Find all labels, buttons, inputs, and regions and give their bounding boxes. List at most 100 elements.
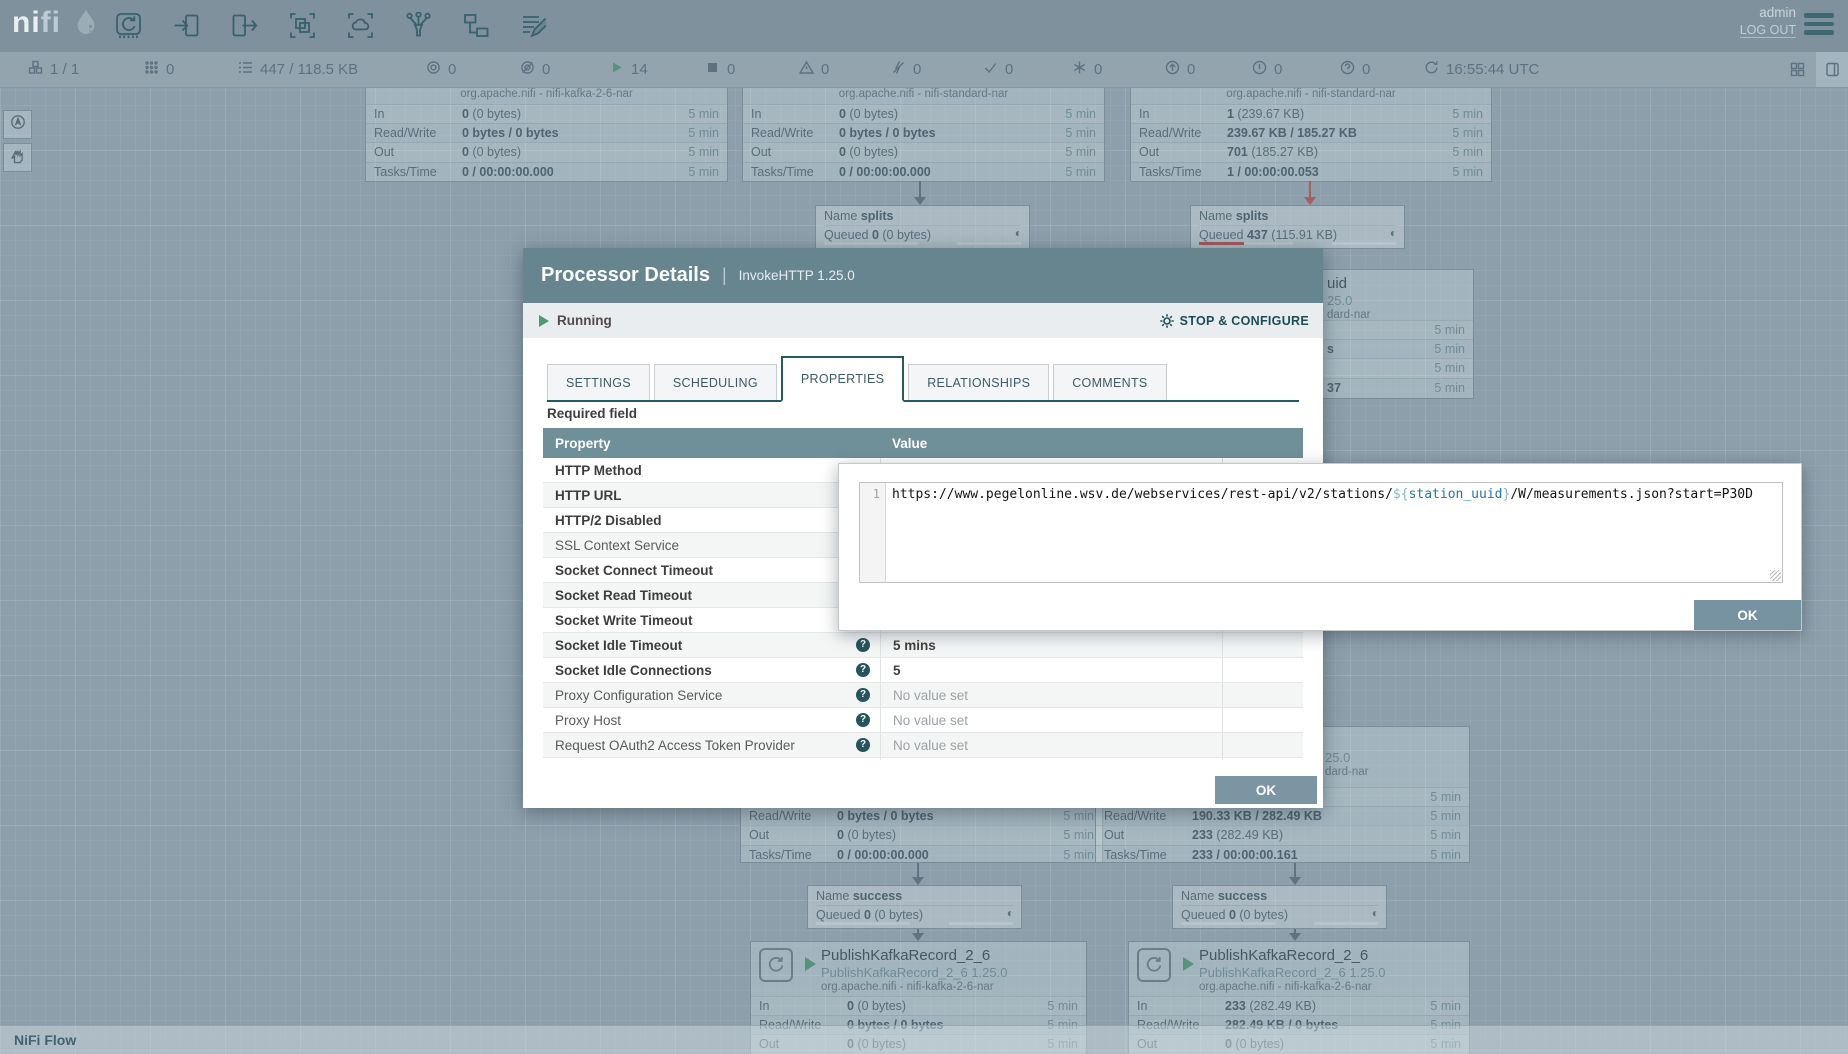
remote-process-group-icon[interactable] — [344, 9, 376, 41]
locally-modified-stale-status: 0 — [1252, 52, 1282, 87]
property-row[interactable]: Proxy Configuration Service?No value set — [543, 683, 1303, 708]
empty-cell — [1222, 633, 1303, 657]
property-value-cell[interactable]: No value set — [880, 758, 1222, 760]
conn-splits-right[interactable]: Name splitsQueued 437 (115.91 KB)◐ — [1190, 205, 1405, 249]
stat-row: Tasks/Time0 / 00:00:00.0005 min — [743, 162, 1104, 181]
stale-status: 0 — [1165, 52, 1195, 87]
operate-palette-button[interactable] — [3, 143, 32, 172]
conn-success-right[interactable]: Name successQueued 0 (0 bytes)◐ — [1172, 885, 1387, 929]
tab-scheduling[interactable]: SCHEDULING — [654, 364, 777, 400]
proc-top-left[interactable]: org.apache.nifi - nifi-kafka-2-6-narIn0 … — [365, 84, 728, 182]
stat-value: 0 bytes / 0 bytes — [462, 126, 688, 140]
processor-header: PublishKafkaRecord_2_6PublishKafkaRecord… — [1129, 942, 1469, 996]
title-divider: | — [722, 265, 727, 286]
proc-top-right[interactable]: org.apache.nifi - nifi-standard-narIn1 (… — [1130, 84, 1492, 182]
stat-label: Tasks/Time — [374, 165, 462, 179]
help-icon[interactable]: ? — [856, 688, 870, 702]
stat-window: 5 min — [688, 107, 719, 121]
tab-properties[interactable]: PROPERTIES — [781, 356, 904, 402]
nifi-logo[interactable]: nifi — [12, 6, 100, 40]
property-value-cell[interactable]: 5 mins — [880, 633, 1222, 657]
stat-row: Tasks/Time233 / 00:00:00.1615 min — [1096, 845, 1469, 864]
conn-splits-left[interactable]: Name splitsQueued 0 (0 bytes)◐ — [815, 205, 1030, 249]
property-value-cell[interactable]: No value set — [880, 708, 1222, 732]
queue-progress-bar — [1181, 922, 1275, 925]
property-row[interactable]: Socket Idle Timeout?5 mins — [543, 633, 1303, 658]
tab-relationships[interactable]: RELATIONSHIPS — [908, 364, 1049, 400]
connection-line — [917, 863, 919, 877]
hand-icon — [9, 146, 27, 169]
stat-label: Tasks/Time — [1104, 848, 1192, 862]
stat-row: In0 (0 bytes)5 min — [751, 996, 1086, 1015]
app-header: nifi admin LOG OUT — [0, 0, 1848, 52]
help-icon[interactable]: ? — [856, 713, 870, 727]
property-name-cell: Socket Connect Timeout? — [543, 558, 880, 582]
connection-name-row: Name success — [1181, 887, 1378, 906]
stat-value: 190.33 KB / 282.49 KB — [1192, 809, 1430, 823]
component-toolbar — [112, 9, 550, 41]
value-editor-text[interactable]: https://www.pegelonline.wsv.de/webservic… — [886, 483, 1782, 582]
stop-and-configure-button[interactable]: STOP & CONFIGURE — [1159, 303, 1309, 338]
load-balance-icon: ◐ — [1015, 226, 1022, 240]
invalid-status: 0 — [799, 52, 829, 87]
property-value-cell[interactable]: 5 — [880, 658, 1222, 682]
transmitting-icon — [426, 60, 441, 79]
property-name: Proxy Configuration Service — [555, 688, 856, 703]
panel-icon[interactable] — [1816, 52, 1848, 87]
property-name-cell: Proxy Configuration Service? — [543, 683, 880, 707]
stat-label: Read/Write — [749, 809, 837, 823]
navigate-palette-button[interactable] — [3, 110, 32, 139]
stat-window: 5 min — [688, 165, 719, 179]
template-icon[interactable] — [460, 9, 492, 41]
grid-view-icon[interactable] — [1784, 62, 1810, 77]
conn-success-left[interactable]: Name successQueued 0 (0 bytes)◐ — [807, 885, 1022, 929]
stat-window: 5 min — [1063, 848, 1094, 862]
logo-text-ni: ni — [12, 6, 41, 39]
property-row[interactable]: ?No value set — [543, 758, 1303, 760]
arrowhead-icon — [912, 877, 924, 885]
sync-failure-icon — [1340, 60, 1355, 79]
property-row[interactable]: Request OAuth2 Access Token Provider?No … — [543, 733, 1303, 758]
help-icon[interactable]: ? — [856, 738, 870, 752]
funnel-icon[interactable] — [402, 9, 434, 41]
property-name-cell: Socket Idle Timeout? — [543, 633, 880, 657]
tab-settings[interactable]: SETTINGS — [547, 364, 650, 400]
stop-and-configure-label: STOP & CONFIGURE — [1180, 314, 1309, 328]
value-editor[interactable]: 1 https://www.pegelonline.wsv.de/webserv… — [859, 482, 1783, 583]
popup-ok-button[interactable]: OK — [1694, 600, 1801, 630]
stat-window: 5 min — [1065, 145, 1096, 159]
processor-icon[interactable] — [112, 9, 144, 41]
stat-row: Tasks/Time1 / 00:00:00.0535 min — [1131, 162, 1491, 181]
stat-row: In1 (239.67 KB)5 min — [1131, 104, 1491, 123]
dialog-ok-button[interactable]: OK — [1215, 776, 1317, 804]
process-group-icon[interactable] — [286, 9, 318, 41]
value-column-header: Value — [880, 436, 1222, 451]
help-icon[interactable]: ? — [856, 638, 870, 652]
cluster-status: 1 / 1 — [28, 52, 79, 87]
proc-top-mid[interactable]: org.apache.nifi - nifi-standard-narIn0 (… — [742, 84, 1105, 182]
dialog-header: Processor Details | InvokeHTTP 1.25.0 — [523, 248, 1323, 303]
stat-label: Read/Write — [1104, 809, 1192, 823]
tab-comments[interactable]: COMMENTS — [1053, 364, 1166, 400]
value-editor-popup: 1 https://www.pegelonline.wsv.de/webserv… — [838, 463, 1802, 631]
input-port-icon[interactable] — [170, 9, 202, 41]
property-value-cell[interactable]: No value set — [880, 733, 1222, 757]
empty-cell — [1222, 708, 1303, 732]
empty-cell — [1222, 758, 1303, 760]
breadcrumb[interactable]: NiFi Flow — [14, 1032, 76, 1048]
global-menu-icon[interactable] — [1804, 13, 1834, 39]
property-row[interactable]: Socket Idle Connections? 5 — [543, 658, 1303, 683]
property-value-cell[interactable]: No value set — [880, 683, 1222, 707]
resize-handle[interactable] — [1770, 570, 1781, 581]
help-icon[interactable]: ? — [856, 663, 870, 677]
property-name: HTTP URL — [555, 488, 856, 503]
navigate-icon — [9, 113, 27, 136]
output-port-icon[interactable] — [228, 9, 260, 41]
locally-modified-stale-icon — [1252, 60, 1267, 79]
logout-link[interactable]: LOG OUT — [1740, 23, 1796, 38]
queued-list-count: 447 / 118.5 KB — [260, 61, 358, 78]
property-name: Socket Idle Connections — [555, 663, 856, 678]
property-row[interactable]: Proxy Host?No value set — [543, 708, 1303, 733]
processor-header: PublishKafkaRecord_2_6PublishKafkaRecord… — [751, 942, 1086, 996]
label-icon[interactable] — [518, 9, 550, 41]
